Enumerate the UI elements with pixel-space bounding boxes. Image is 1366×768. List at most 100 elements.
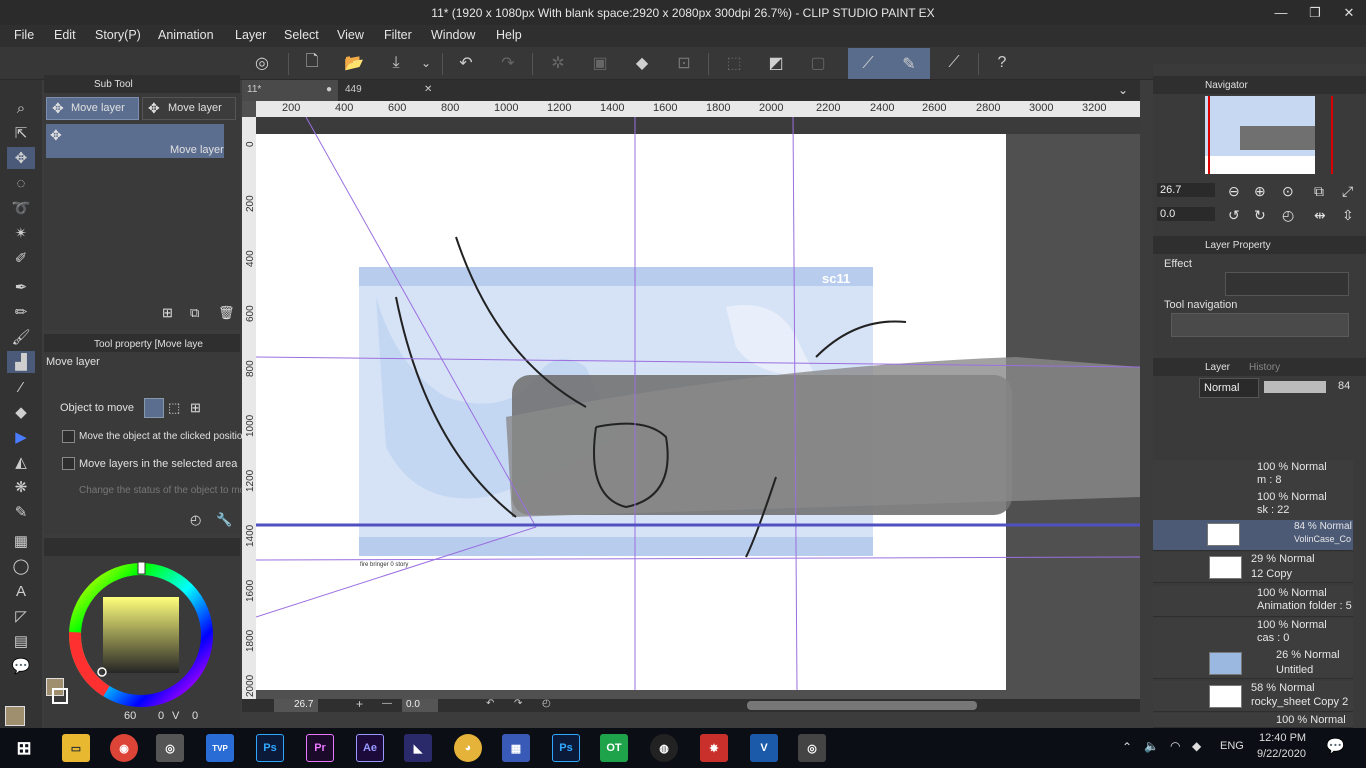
undo-icon[interactable]: ↶ [452,49,480,77]
new-file-icon[interactable]: 🗋 [298,49,326,77]
clip-studio-taskbar-icon[interactable]: ◎ [156,734,184,762]
sub-color-box[interactable] [52,688,68,704]
chevron-down-icon[interactable]: ⌄ [414,49,438,77]
clear-outside-icon[interactable]: ▣ [586,49,614,77]
nav-rotate-left-icon[interactable]: ↺ [1228,207,1240,224]
clock-date[interactable]: 9/22/2020 [1257,748,1306,760]
tab-11[interactable]: 11* ● [242,80,338,101]
horizontal-ruler[interactable]: 200 400 600 800 1000 1200 1400 1600 1800… [256,101,1140,117]
snap-to-special-ruler-icon[interactable]: ✎ [888,48,930,79]
notifications-icon[interactable]: 💬 [1326,737,1345,755]
correct-line-icon[interactable]: ✎ [7,501,35,523]
menu-filter[interactable]: Filter [384,28,412,42]
menu-help[interactable]: Help [496,28,522,42]
lasso-tool-icon[interactable]: ➰ [7,197,35,219]
pencil-tool-icon[interactable]: ✏ [7,301,35,323]
transform-icon[interactable]: ⊡ [670,49,698,77]
nav-flip-v-icon[interactable]: ⇳ [1342,207,1354,224]
zoom-in-icon[interactable]: + [356,697,363,711]
opentoonz-icon[interactable]: OT [600,734,628,762]
zoom-field[interactable]: 26.7 [274,699,318,712]
tab-menu-chevron-icon[interactable]: ⌄ [1118,83,1128,97]
nav-fit-window-icon[interactable]: ⤢ [1342,183,1353,200]
photoshop-icon-2[interactable]: Ps [552,734,580,762]
invert-selection-icon[interactable]: ◩ [762,49,790,77]
help-icon[interactable]: ? [988,49,1016,77]
eraser-tool-icon[interactable]: ◭ [7,451,35,473]
brush-tool-icon[interactable]: 🖌 [7,326,35,348]
minimize-button[interactable]: — [1264,0,1298,25]
frame-tool-icon[interactable]: ▤ [7,630,35,652]
history-tab[interactable]: History [1249,362,1280,373]
layer-property-tab[interactable]: Layer Property [1205,240,1271,251]
navigator-zoom-field[interactable]: 26.7 [1157,183,1215,197]
reset-icon[interactable]: ◴ [190,512,201,528]
layer-row[interactable]: 26 % Normal Untitled [1153,648,1353,679]
delete-sub-tool-icon[interactable]: 🗑 [218,305,235,321]
settings-wrench-icon[interactable]: 🔧 [216,512,232,528]
horizontal-scrollbar[interactable] [747,701,977,710]
object-layer-toggle[interactable] [144,398,164,418]
photoshop-icon[interactable]: Ps [256,734,284,762]
menu-animation[interactable]: Animation [158,28,214,42]
new-sub-tool-icon[interactable]: ⊞ [162,305,173,321]
windows-start-icon[interactable]: ⊞ [10,734,38,762]
clock-time[interactable]: 12:40 PM [1259,732,1306,744]
file-explorer-icon[interactable]: ▭ [62,734,90,762]
menu-layer[interactable]: Layer [235,28,266,42]
menu-edit[interactable]: Edit [54,28,76,42]
tool-property-tab[interactable]: Tool property [Move laye [94,339,203,350]
chrome-icon[interactable]: ◉ [110,734,138,762]
layer-row-selected[interactable]: 84 % Normal VolinCase_Co [1153,520,1353,551]
layer-row[interactable]: 100 % Normal Animation folder : 5 [1153,586,1353,617]
after-effects-icon[interactable]: Ae [356,734,384,762]
navigator-preview[interactable] [1205,96,1315,174]
fill-tool-icon[interactable]: ◆ [7,401,35,423]
layer-tab[interactable]: Layer [1205,362,1230,373]
app-icon-3[interactable]: ▦ [502,734,530,762]
premiere-icon[interactable]: Pr [306,734,334,762]
layer-row[interactable]: 29 % Normal 12 Copy [1153,552,1353,583]
dropbox-icon[interactable]: ◆ [1192,739,1201,753]
selection-tool-icon[interactable]: ◌ [7,172,35,194]
obs-icon[interactable]: ◍ [650,734,678,762]
animation-tool-icon[interactable]: ▶ [7,426,35,448]
redo-icon[interactable]: ↷ [494,49,522,77]
pen-tool-icon[interactable]: ✒ [7,276,35,298]
move-layer-group-button-2[interactable]: Move layer ✥ [142,97,236,120]
menu-view[interactable]: View [337,28,364,42]
airbrush-tool-icon[interactable]: ▟ [7,351,35,373]
app-icon[interactable]: ◣ [404,734,432,762]
close-button[interactable]: ✕ [1332,0,1366,25]
navigator-tab[interactable]: Navigator [1205,80,1248,91]
main-color-swatch[interactable] [5,706,25,726]
menu-story[interactable]: Story(P) [95,28,141,42]
show-selection-icon[interactable]: ▢ [804,49,832,77]
nav-zoom-in-icon[interactable]: ⊕ [1254,183,1266,200]
blend-mode-select[interactable]: Normal [1199,378,1259,398]
layer-row[interactable]: 58 % Normal rocky_sheet Copy 2 [1153,681,1353,712]
tvpaint-icon[interactable]: TVP [206,734,234,762]
tool-navigation-button[interactable] [1171,313,1349,337]
language-indicator[interactable]: ENG [1220,740,1244,752]
decoration-tool-icon[interactable]: ❋ [7,476,35,498]
angle-field[interactable]: 0.0 [402,699,438,712]
tray-chevron-icon[interactable]: ⌃ [1122,740,1132,754]
effect-buttons[interactable] [1225,272,1349,296]
reset-rotation-icon[interactable]: ◴ [542,698,551,709]
navigator-angle-field[interactable]: 0.0 [1157,207,1215,221]
speech-bubble-icon[interactable]: 💬 [7,655,35,677]
menu-file[interactable]: File [14,28,34,42]
layer-row[interactable]: 100 % Normal cas : 0 [1153,618,1353,649]
figure-tool-icon[interactable]: ◯ [7,555,35,577]
nav-flip-h-icon[interactable]: ⇹ [1314,207,1326,224]
zoom-out-icon[interactable]: — [382,698,392,709]
operation-tool-icon[interactable]: ⇱ [7,122,35,144]
menu-window[interactable]: Window [431,28,475,42]
rotate-right-icon[interactable]: ↷ [514,698,522,709]
layer-row[interactable]: 100 % Normal [1153,713,1353,728]
object-ruler-icon[interactable]: ⊞ [190,400,201,416]
wifi-icon[interactable]: ◠ [1170,739,1180,753]
zoom-tool-icon[interactable]: ⌕ [7,97,35,119]
tab-449[interactable]: 449 ✕ [340,80,436,101]
